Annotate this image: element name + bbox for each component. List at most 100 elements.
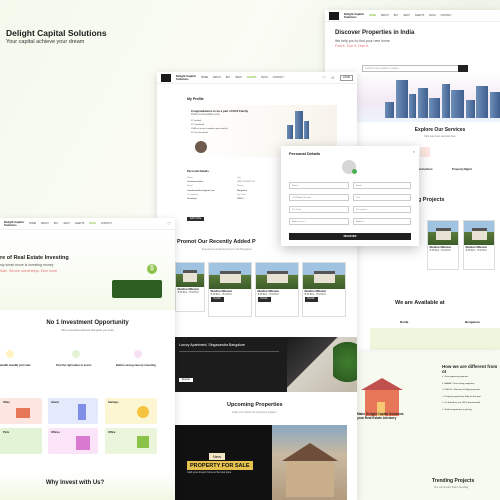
nav-rent[interactable]: RENT (404, 15, 410, 17)
available-title: We are Available at (395, 300, 445, 306)
modal-title: Personal Details (289, 151, 321, 156)
opportunity-subtitle: We're investment advisors that guide you… (61, 329, 114, 332)
property-card[interactable]: Marathon Millenium ₹ 47.00 L - ₹ 4.72 Cr D… (255, 262, 299, 317)
congrats-sub: Profile is successfully set-up (191, 114, 220, 116)
nav-blog[interactable]: BLOG (261, 77, 267, 79)
upcoming-title: Upcoming Properties (227, 402, 283, 408)
discover-title: Discover Properties in India (335, 30, 415, 36)
startup-icon (137, 406, 149, 418)
villa-icon (16, 408, 30, 418)
heart-icon[interactable]: ♡ (322, 75, 326, 80)
earn-text: Earn more (40, 269, 58, 273)
category-hotels[interactable]: Hotels (48, 398, 98, 424)
nav-blog[interactable]: BLOG (429, 15, 435, 17)
category-villas[interactable]: Villas (0, 398, 42, 424)
nav-blog[interactable]: BLOG (89, 223, 96, 225)
user-icon[interactable]: ☺ (331, 75, 335, 80)
login-button[interactable]: LOGIN (339, 74, 353, 81)
nav-agents[interactable]: AGENTS (75, 223, 84, 225)
mobile-field[interactable]: +91 Mobile Number (289, 194, 349, 201)
name-field[interactable]: Name (289, 182, 349, 189)
check-item: ☑ Don't be afraid (191, 132, 208, 134)
opportunity-title: No 1 Investment Opportunity (46, 320, 129, 326)
search-button[interactable] (458, 65, 468, 72)
trending-title: Trending Projects (432, 478, 475, 484)
service-property[interactable]: Property Mgmt (452, 167, 472, 171)
address1-field[interactable]: Address line 1 (289, 218, 349, 225)
city-landmarks-image (370, 328, 500, 350)
category-plots[interactable]: Plots (0, 428, 42, 454)
nav-home[interactable]: HOME (201, 77, 208, 79)
step-3: Build a strong case by investing (116, 364, 156, 367)
profile-nav: Delight Capital Solutions HOME ABOUT BUY… (157, 72, 357, 84)
nav-buy[interactable]: BUY (54, 223, 59, 225)
address-field[interactable]: Address (353, 218, 411, 225)
ongoing-card[interactable]: Marathon Millenium ₹ 47.00 L - ₹ 4.72 Cr (427, 220, 459, 270)
category-office[interactable]: Office (105, 428, 157, 454)
logo-text: Delight Capital Solutions (344, 11, 364, 19)
profile-checks: ☑ Verified ☑ Completed ☑ All set to go (… (191, 119, 228, 135)
details-button[interactable]: Details (257, 296, 271, 302)
pincode-field[interactable]: Pin Code (289, 206, 349, 213)
enquire-button[interactable]: Enquire (179, 378, 193, 382)
recent-title: Promot Our Recently Added P (177, 239, 256, 245)
office-icon (76, 436, 90, 450)
nav-about[interactable]: ABOUT (213, 77, 221, 79)
search-input[interactable]: Search for any location or project (362, 65, 462, 72)
occupation-field[interactable]: Occupation (353, 206, 411, 213)
details-button[interactable]: Details (304, 296, 318, 302)
city-field[interactable]: City (353, 194, 411, 201)
investment-nav: Delight Capital Solutions HOME ABOUT BUY… (0, 218, 175, 230)
nav-agents[interactable]: AGENTS (415, 15, 424, 17)
luxury-title: Luxury Apartment, Singasandra Bangalore (179, 343, 245, 347)
profile-title: My Profile (187, 97, 204, 101)
dollar-icon: $ (147, 264, 157, 274)
card-price: ₹ 47.00 L - ₹ 4.72 Cr (177, 291, 199, 294)
register-button[interactable]: REGISTER (289, 233, 411, 240)
sale-text: Sale, (0, 269, 8, 273)
why-section (0, 473, 175, 500)
luxury-desc (179, 351, 279, 365)
nav-home[interactable]: HOME (369, 15, 376, 17)
nav-buy[interactable]: BUY (226, 77, 231, 79)
ongoing-card[interactable]: Marathon Millenium ₹ 47.00 L - ₹ 4.72 Cr (463, 220, 495, 270)
nav-about[interactable]: ABOUT (381, 15, 389, 17)
category-offices[interactable]: Offices (48, 428, 98, 454)
email-field[interactable]: Email (353, 182, 411, 189)
nav-contact[interactable]: CONTACT (273, 77, 284, 79)
upcoming-banner[interactable]: New PROPERTY FOR SALE Grab your dream ho… (175, 425, 347, 500)
hero-line2: Sale, Secure ownerships, Earn more (0, 269, 57, 273)
category-startups[interactable]: Startups (105, 398, 157, 424)
profile-page-panel: Delight Capital Solutions HOME ABOUT BUY… (157, 72, 357, 500)
close-icon[interactable]: × (413, 149, 415, 154)
advisory-title2: your Real Estate Advisory (357, 416, 397, 420)
wealth-icon (6, 350, 14, 358)
nav-buy[interactable]: BUY (394, 15, 399, 17)
nav-contact[interactable]: CONTACT (441, 15, 452, 17)
heart-icon[interactable]: ♡ (167, 221, 171, 226)
services-subtitle: Find your best services here (424, 135, 456, 138)
property-card[interactable]: Marathon Millenium ₹ 47.00 L - ₹ 4.72 Cr D… (302, 262, 346, 317)
edit-profile-button[interactable]: Edit Profile (187, 217, 205, 221)
discover-line1: We help you to find your new home (335, 39, 390, 43)
property-card[interactable]: Marathon Millenium ₹ 47.00 L - ₹ 4.72 Cr D… (208, 262, 252, 317)
nav-rent[interactable]: RENT (64, 223, 70, 225)
nav-about[interactable]: ABOUT (41, 223, 49, 225)
services-title: Explore Our Services (414, 127, 466, 133)
step-2: Find the right place to invest (56, 364, 92, 367)
property-card[interactable]: Marathon Millenium ₹ 47.00 L - ₹ 4.72 Cr (175, 262, 205, 312)
steps-row: wealth steadily just relax Find the righ… (0, 340, 175, 382)
different-page-panel: How we are different from ot Make Deligh… (357, 352, 500, 500)
nav-agents[interactable]: AGENTS (247, 77, 257, 79)
nav-rent[interactable]: RENT (236, 77, 242, 79)
personal-details-heading: Personal Details (187, 169, 209, 173)
details-button[interactable]: Details (210, 296, 224, 302)
skyline-image (385, 78, 500, 118)
property-image (176, 263, 204, 287)
nav-home[interactable]: HOME (29, 223, 36, 225)
check-icon (352, 169, 357, 174)
brand-title: Delight Capital Solutions (6, 28, 107, 38)
logo-text: Delight Capital Solutions (176, 73, 196, 81)
discover-line2: Find it, Tour it, Own it. (335, 44, 369, 48)
nav-contact[interactable]: CONTACT (101, 223, 112, 225)
